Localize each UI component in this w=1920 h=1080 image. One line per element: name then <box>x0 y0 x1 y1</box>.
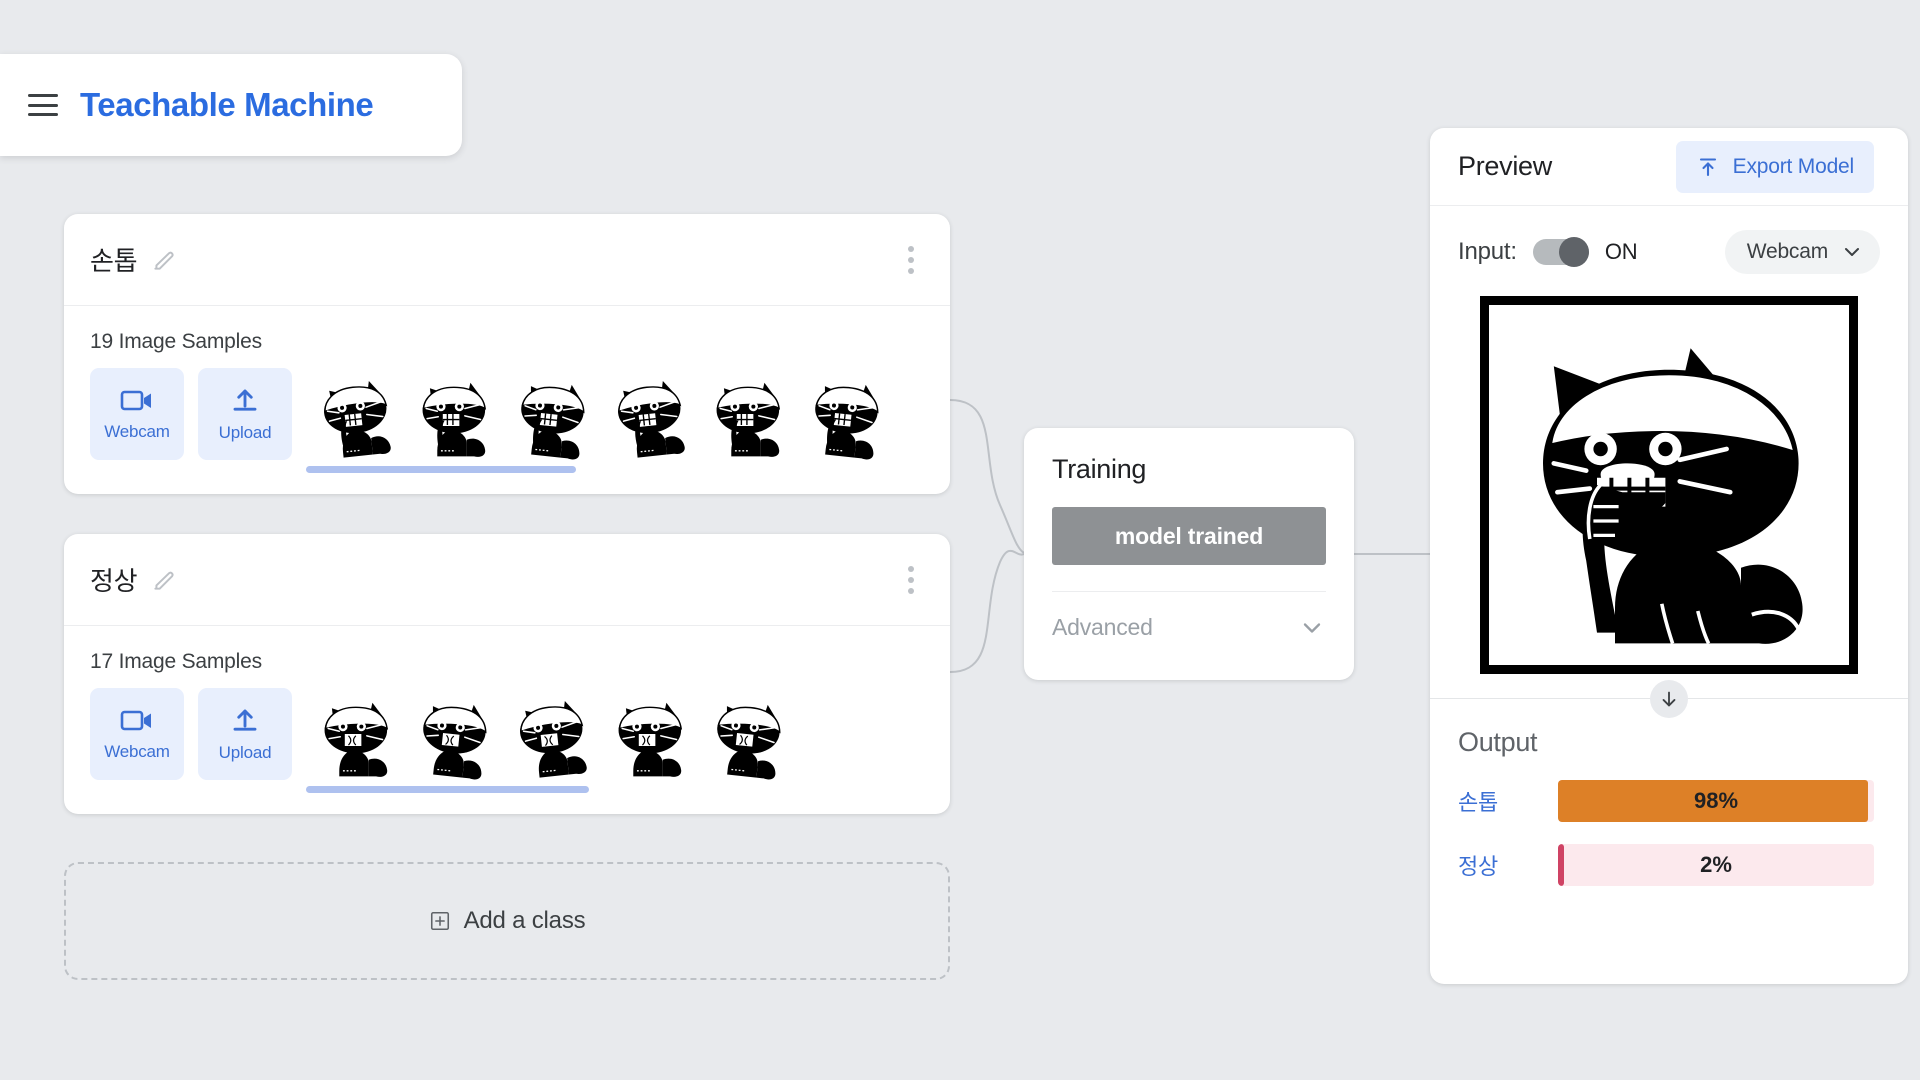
upload-button[interactable]: Upload <box>198 368 292 460</box>
sample-thumbnails[interactable] <box>306 368 950 473</box>
class-name[interactable]: 손톱 <box>90 241 138 278</box>
sample-row: Webcam Upload <box>90 368 950 473</box>
sample-thumbnails[interactable] <box>306 688 950 793</box>
input-row: Input: ON Webcam <box>1430 206 1908 274</box>
add-class-label: Add a class <box>463 907 586 934</box>
class-body: 17 Image Samples Webcam Upload <box>64 626 950 793</box>
output-value: 2% <box>1700 852 1732 877</box>
class-card: 정상 17 Image Samples Webcam Upload <box>64 534 950 814</box>
input-source-value: Webcam <box>1746 240 1828 263</box>
pencil-icon[interactable] <box>151 567 177 593</box>
cat-biting-nails-thumbnail[interactable] <box>600 368 696 460</box>
app-header: Teachable Machine <box>0 54 462 156</box>
add-class-button[interactable]: Add a class <box>64 862 950 980</box>
upload-button-label: Upload <box>218 422 272 442</box>
cat-calm-thumbnail[interactable] <box>600 688 696 780</box>
preview-header: Preview Export Model <box>1430 128 1908 206</box>
webcam-button[interactable]: Webcam <box>90 368 184 460</box>
plus-box-icon <box>430 911 449 931</box>
webcam-button-label: Webcam <box>104 421 170 441</box>
upload-button-label: Upload <box>218 742 272 762</box>
output-row: 정상 2% <box>1458 844 1874 886</box>
output-class-label: 손톱 <box>1458 790 1499 815</box>
class-header: 정상 <box>64 534 950 626</box>
class-name[interactable]: 정상 <box>90 561 138 598</box>
sample-count-label: 19 Image Samples <box>90 330 262 353</box>
flow-divider <box>1430 679 1908 718</box>
video-camera-icon <box>120 390 151 410</box>
more-vertical-icon[interactable] <box>902 240 920 280</box>
chevron-down-icon <box>1845 248 1859 256</box>
train-model-button[interactable]: model trained <box>1052 507 1326 565</box>
cat-biting-nails-thumbnail[interactable] <box>502 368 598 460</box>
webcam-button-label: Webcam <box>104 741 170 761</box>
preview-title: Preview <box>1458 151 1552 181</box>
cat-biting-nails-thumbnail[interactable] <box>698 368 794 460</box>
cat-biting-nails-thumbnail[interactable] <box>796 368 892 460</box>
webcam-button[interactable]: Webcam <box>90 688 184 780</box>
webcam-preview <box>1480 296 1858 674</box>
export-model-label: Export Model <box>1732 154 1855 178</box>
export-model-button[interactable]: Export Model <box>1675 140 1874 193</box>
class-header: 손톱 <box>64 214 950 306</box>
advanced-label: Advanced <box>1052 614 1153 640</box>
cat-calm-thumbnail[interactable] <box>306 688 402 780</box>
output-row: 손톱 98% <box>1458 780 1874 822</box>
input-source-select[interactable]: Webcam <box>1724 230 1880 274</box>
training-title: Training <box>1052 454 1147 484</box>
more-vertical-icon[interactable] <box>902 560 920 600</box>
arrow-down-icon <box>1650 679 1688 718</box>
cat-calm-thumbnail[interactable] <box>698 688 794 780</box>
output-section: Output 손톱 98% 정상 2% <box>1430 699 1908 886</box>
output-bar: 2% <box>1558 844 1874 886</box>
training-panel: Training model trained Advanced <box>1024 428 1354 680</box>
output-class-label: 정상 <box>1458 854 1499 879</box>
advanced-toggle[interactable]: Advanced <box>1052 591 1326 661</box>
cat-biting-nails-thumbnail[interactable] <box>404 368 500 460</box>
chevron-down-icon <box>1303 622 1321 633</box>
output-title: Output <box>1458 727 1538 757</box>
input-label: Input: <box>1458 238 1517 265</box>
video-camera-icon <box>120 710 151 730</box>
upload-icon <box>233 389 257 411</box>
app-title: Teachable Machine <box>80 86 374 123</box>
sample-count-label: 17 Image Samples <box>90 650 262 673</box>
preview-panel: Preview Export Model Input: ON Webcam Ou… <box>1430 128 1908 984</box>
output-bar: 98% <box>1558 780 1874 822</box>
sample-row: Webcam Upload <box>90 688 950 793</box>
input-toggle[interactable] <box>1532 237 1589 267</box>
cat-calm-thumbnail[interactable] <box>404 688 500 780</box>
samples-scrollbar[interactable] <box>306 786 950 793</box>
pencil-icon[interactable] <box>151 247 177 273</box>
class-body: 19 Image Samples Webcam Upload <box>64 306 950 473</box>
cat-biting-nails-thumbnail[interactable] <box>306 368 402 460</box>
upload-button[interactable]: Upload <box>198 688 292 780</box>
class-card: 손톱 19 Image Samples Webcam Upload <box>64 214 950 494</box>
hamburger-menu-icon[interactable] <box>28 94 58 116</box>
output-value: 98% <box>1693 788 1739 813</box>
cat-biting-nails-image <box>1489 305 1849 665</box>
app-root: Teachable Machine 손톱 19 Image Samples We… <box>0 0 1920 1080</box>
input-toggle-state: ON <box>1604 239 1638 264</box>
samples-scrollbar[interactable] <box>306 466 950 473</box>
upload-icon <box>233 709 257 731</box>
cat-calm-thumbnail[interactable] <box>502 688 598 780</box>
export-upload-icon <box>1699 157 1716 176</box>
